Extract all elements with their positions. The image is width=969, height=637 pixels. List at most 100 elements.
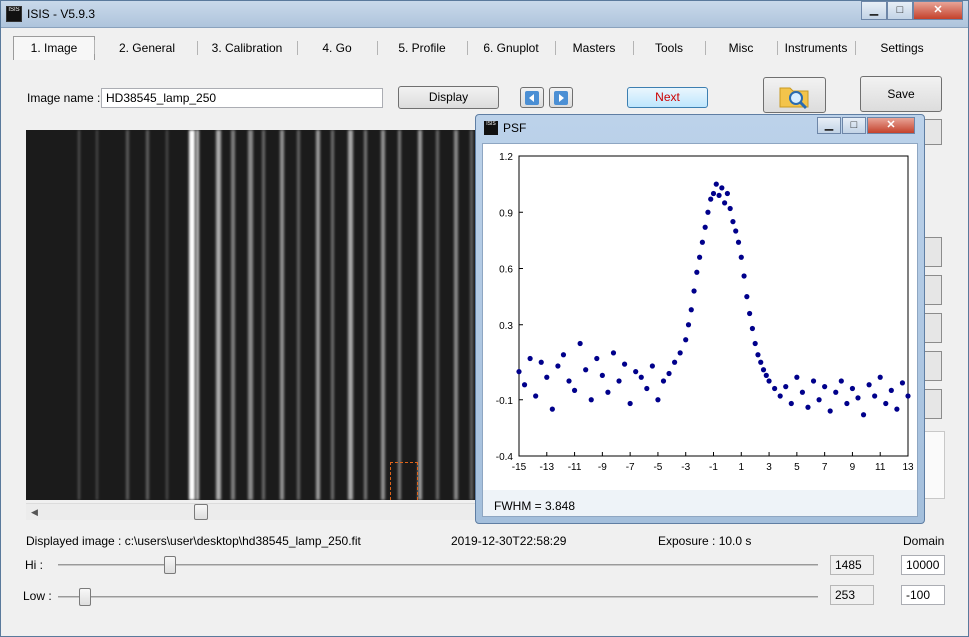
save-button[interactable]: Save [860, 76, 942, 112]
tab-bar: 1. Image 2. General 3. Calibration 4. Go… [5, 34, 967, 62]
fwhm-bar: FWHM = 3.848 [483, 490, 917, 516]
spectral-line [262, 130, 265, 500]
side-panel [923, 431, 945, 499]
data-point [855, 395, 861, 401]
data-point [610, 350, 617, 356]
data-point [660, 378, 667, 384]
spectral-line [166, 130, 168, 500]
psf-scatter-chart: -15 -13 -11 -9 -7 -5 -3 -1 1 3 5 7 9 11 131.20.90.60.3… [496, 152, 914, 473]
x-tick-label: 5 [794, 462, 800, 473]
x-tick-label: 11 [875, 462, 886, 473]
data-point [727, 205, 733, 212]
data-point [638, 374, 644, 380]
side-button[interactable] [923, 313, 942, 343]
data-point [691, 288, 697, 294]
tab-gnuplot[interactable]: 6. Gnuplot [467, 38, 556, 58]
data-point [694, 269, 700, 275]
tab-instruments[interactable]: Instruments [777, 38, 856, 58]
data-point [616, 378, 622, 384]
tab-misc[interactable]: Misc [705, 38, 778, 58]
data-point [644, 385, 650, 392]
y-tick-label: 0.6 [499, 265, 513, 276]
psf-minimize-button[interactable]: ▁ [817, 117, 841, 134]
image-name-input[interactable]: HD38545_lamp_250 [101, 88, 383, 108]
title-bar: ISIS ISIS - V5.9.3 ▁ □ ✕ [1, 1, 968, 28]
data-point [577, 340, 583, 347]
tab-calibration[interactable]: 3. Calibration [197, 38, 298, 58]
scroll-left-icon[interactable]: ◀ [31, 507, 38, 518]
selection-rectangle[interactable] [390, 462, 418, 500]
tab-masters[interactable]: Masters [555, 38, 634, 58]
side-button[interactable] [923, 237, 942, 267]
psf-close-button[interactable]: ✕ [867, 117, 915, 134]
data-point [621, 361, 628, 367]
low-domain-input[interactable]: -100 [901, 585, 945, 605]
y-tick-label: 1.2 [499, 152, 513, 163]
data-point [758, 359, 764, 365]
data-point [516, 369, 522, 375]
tab-image[interactable]: 1. Image [13, 36, 95, 60]
data-point [566, 378, 572, 384]
previous-button[interactable] [520, 87, 544, 108]
data-point [877, 374, 883, 380]
tab-general[interactable]: 2. General [97, 38, 198, 58]
low-slider-thumb[interactable] [78, 588, 91, 606]
next-arrow-button[interactable] [549, 87, 573, 108]
hi-slider-thumb[interactable] [164, 556, 177, 574]
low-slider-track[interactable] [58, 596, 818, 598]
spectral-line [436, 130, 439, 500]
tab-settings[interactable]: Settings [855, 38, 949, 58]
data-point [738, 254, 744, 260]
spectral-line [146, 130, 149, 500]
hi-label: Hi : [25, 558, 43, 572]
data-point [594, 355, 600, 362]
data-point [899, 380, 906, 386]
data-point [683, 337, 689, 343]
spectral-line [331, 130, 334, 500]
spectral-line [418, 130, 422, 500]
minimize-button[interactable]: ▁ [861, 1, 887, 20]
data-point [752, 340, 758, 347]
data-point [685, 322, 692, 328]
tab-go[interactable]: 4. Go [297, 38, 378, 58]
spectral-line [216, 130, 221, 500]
data-point [710, 190, 717, 197]
open-folder-button[interactable] [763, 77, 826, 113]
close-button[interactable]: ✕ [913, 1, 963, 20]
data-point [872, 393, 878, 399]
data-point [705, 209, 711, 215]
spectral-line [280, 130, 284, 500]
x-tick-label: 9 [850, 462, 856, 473]
image-timestamp: 2019-12-30T22:58:29 [451, 534, 567, 548]
data-point [688, 307, 694, 313]
tab-profile[interactable]: 5. Profile [377, 38, 468, 58]
spectrum-image[interactable] [26, 130, 476, 500]
scrollbar-thumb[interactable] [194, 504, 208, 520]
psf-maximize-button[interactable]: □ [842, 117, 866, 134]
display-button[interactable]: Display [398, 86, 499, 109]
side-button[interactable] [923, 351, 942, 381]
next-button[interactable]: Next [627, 87, 708, 108]
hi-domain-input[interactable]: 10000 [901, 555, 945, 575]
data-point [549, 406, 555, 412]
spectral-line [297, 130, 300, 500]
x-tick-label: 13 [902, 462, 914, 473]
data-point [749, 325, 755, 332]
side-button[interactable] [923, 119, 942, 145]
data-point [777, 393, 783, 399]
data-point [866, 382, 872, 388]
fwhm-readout: FWHM = 3.848 [494, 499, 576, 513]
arrow-right-icon [554, 91, 568, 105]
data-point [766, 378, 772, 384]
image-horizontal-scrollbar[interactable]: ◀ [26, 503, 476, 520]
side-button[interactable] [923, 275, 942, 305]
spectral-line [248, 130, 253, 500]
side-button[interactable] [923, 389, 942, 419]
maximize-button[interactable]: □ [887, 1, 913, 20]
spectral-line [96, 130, 98, 500]
tab-tools[interactable]: Tools [633, 38, 706, 58]
x-tick-label: 1 [739, 462, 745, 473]
image-name-label: Image name : [27, 91, 101, 105]
data-point [888, 387, 894, 393]
data-point [735, 239, 742, 245]
